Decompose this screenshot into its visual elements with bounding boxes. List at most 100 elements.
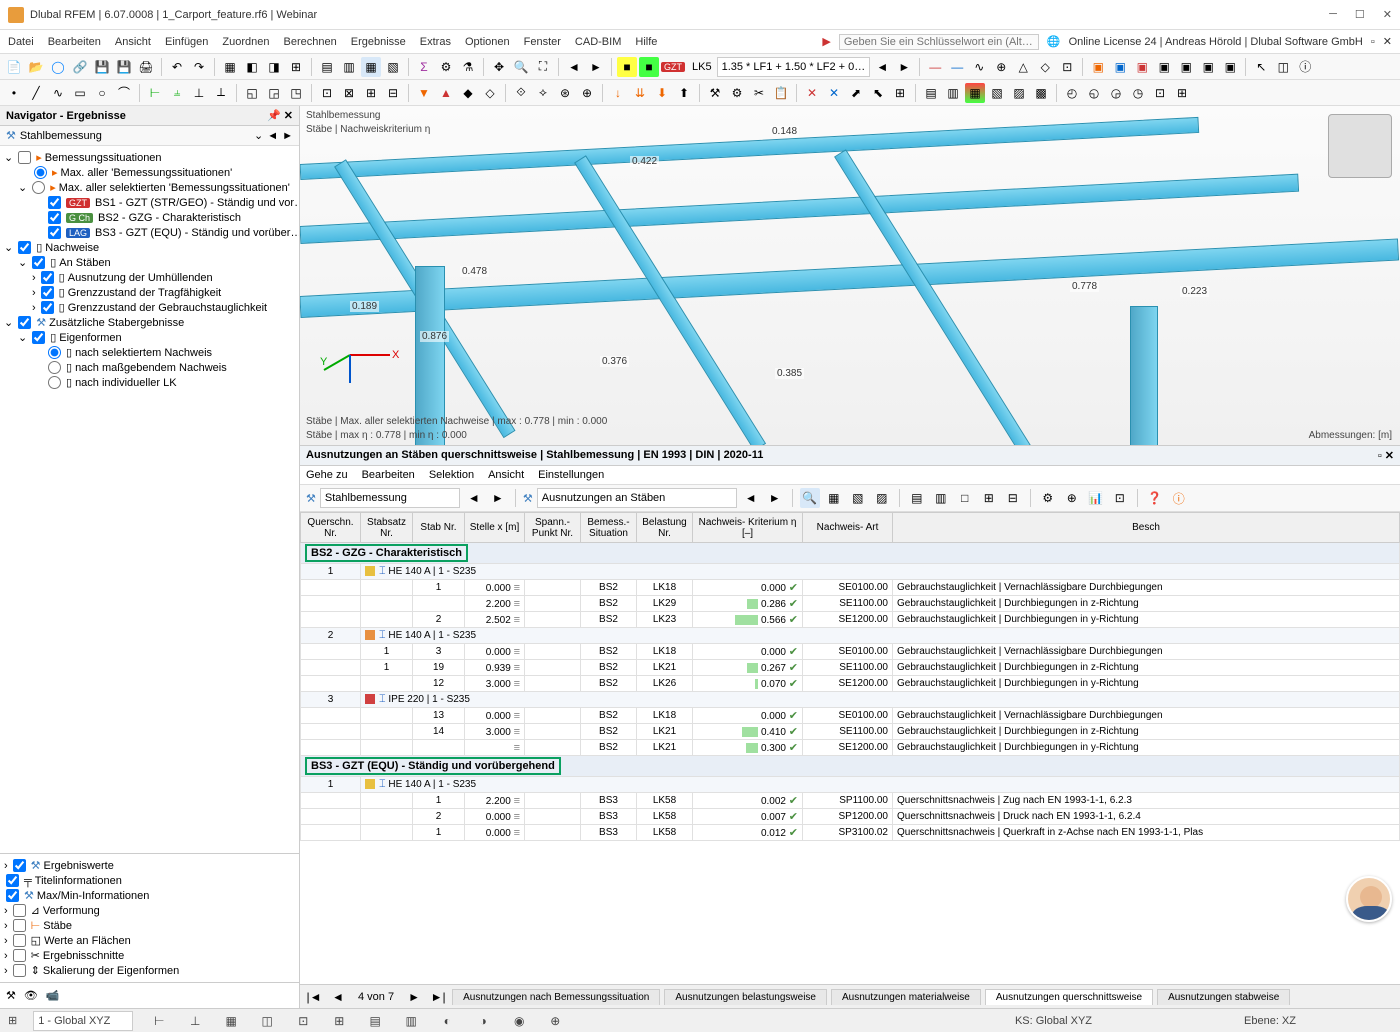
menu-datei[interactable]: Datei [8, 36, 34, 48]
rb-maxsel[interactable] [32, 181, 45, 194]
m6-icon[interactable]: ▩ [1031, 83, 1051, 103]
c4-icon[interactable]: ⬉ [868, 83, 888, 103]
cb-erw[interactable] [13, 859, 26, 872]
v3-icon[interactable]: ◶ [1106, 83, 1126, 103]
lc1-icon[interactable]: ■ [617, 57, 637, 77]
pt-next1-icon[interactable]: ► [488, 488, 508, 508]
t3-icon[interactable]: ✂ [749, 83, 769, 103]
pt-info2-icon[interactable]: ⓘ [1169, 488, 1189, 508]
calc-icon[interactable]: Σ [414, 57, 434, 77]
surf1-icon[interactable]: ◱ [242, 83, 262, 103]
rb-ef3[interactable] [48, 376, 61, 389]
save-icon[interactable]: 💾 [92, 57, 112, 77]
table-row[interactable]: 130.000 ≡BS2LK18 0.000 ✔SE0100.00Gebrauc… [301, 644, 1400, 660]
pt-b12-icon[interactable]: ⊡ [1110, 488, 1130, 508]
menu-extras[interactable]: Extras [420, 36, 451, 48]
opt-werteflaechen[interactable]: Werte an Flächen [44, 935, 131, 947]
nav-pin-icon[interactable]: 📌 [267, 110, 281, 122]
s3-icon[interactable]: ⊞ [361, 83, 381, 103]
c3-icon[interactable]: ⬈ [846, 83, 866, 103]
cb-bs3[interactable] [48, 226, 61, 239]
table-row[interactable]: 10.000 ≡BS2LK18 0.000 ✔SE0100.00Gebrauch… [301, 580, 1400, 596]
pt-b11-icon[interactable]: 📊 [1086, 488, 1106, 508]
menu-ergebnisse[interactable]: Ergebnisse [351, 36, 406, 48]
t4-icon[interactable]: 📋 [771, 83, 791, 103]
orientation-cube[interactable] [1328, 114, 1392, 178]
r5-icon[interactable]: △ [1013, 57, 1033, 77]
cb-ska[interactable] [13, 964, 26, 977]
pm-ansicht[interactable]: Ansicht [488, 469, 524, 481]
cb-bs[interactable] [18, 151, 31, 164]
minimize-button[interactable]: ─ [1329, 8, 1337, 21]
tree-ef1[interactable]: nach selektiertem Nachweis [75, 347, 212, 359]
table-row[interactable]: 20.000 ≡BS3LK58 0.007 ✔SP1200.00Querschn… [301, 809, 1400, 825]
r6-icon[interactable]: ◇ [1035, 57, 1055, 77]
sb-9-icon[interactable]: ◐ [437, 1011, 457, 1031]
m2-icon[interactable]: ▥ [943, 83, 963, 103]
cb-gg[interactable] [41, 301, 54, 314]
prev-lc-icon[interactable]: ◄ [872, 57, 892, 77]
tree-maxsel[interactable]: Max. aller selektierten 'Bemessungssitua… [59, 182, 290, 194]
pt-b2-icon[interactable]: ▧ [848, 488, 868, 508]
table-row[interactable]: 143.000 ≡BS2LK21 0.410 ✔SE1100.00Gebrauc… [301, 724, 1400, 740]
sb-cs-icon[interactable]: ⊞ [8, 1014, 17, 1027]
page-last-icon[interactable]: ►| [428, 987, 448, 1007]
nav-tab3-icon[interactable]: 📹 [46, 989, 60, 1002]
page-next-icon[interactable]: ► [404, 987, 424, 1007]
pt-b5-icon[interactable]: ▥ [931, 488, 951, 508]
v6-icon[interactable]: ⊞ [1172, 83, 1192, 103]
page-prev-icon[interactable]: ◄ [328, 987, 348, 1007]
th-8[interactable]: Nachweis- Art [803, 513, 893, 543]
pt-b9-icon[interactable]: ⚙ [1038, 488, 1058, 508]
tree-zus[interactable]: Zusätzliche Stabergebnisse [49, 317, 184, 329]
c5-icon[interactable]: ⊞ [890, 83, 910, 103]
cb-bs1[interactable] [48, 196, 61, 209]
sup4-icon[interactable]: ◇ [480, 83, 500, 103]
table-row[interactable]: 22.502 ≡BS2LK23 0.566 ✔SE1200.00Gebrauch… [301, 612, 1400, 628]
l1-icon[interactable]: ↓ [608, 83, 628, 103]
l2-icon[interactable]: ⇊ [630, 83, 650, 103]
tree-bs1[interactable]: BS1 - GZT (STR/GEO) - Ständig und vor… [95, 197, 299, 209]
rb-ef2[interactable] [48, 361, 61, 374]
pan-icon[interactable]: ✥ [489, 57, 509, 77]
table-row[interactable]: 2.200 ≡BS2LK29 0.286 ✔SE1100.00Gebrauchs… [301, 596, 1400, 612]
rb-ef1[interactable] [48, 346, 61, 359]
tree-bemessung[interactable]: Bemessungssituationen [45, 152, 162, 164]
menu-einfuegen[interactable]: Einfügen [165, 36, 208, 48]
tree-anstaeben[interactable]: An Stäben [59, 257, 110, 269]
tree-grenzgebr[interactable]: Grenzzustand der Gebrauchstauglichkeit [68, 302, 267, 314]
m3-icon[interactable]: ▦ [965, 83, 985, 103]
table-row[interactable]: 123.000 ≡BS2LK26 0.070 ✔SE1200.00Gebrauc… [301, 676, 1400, 692]
sb-11-icon[interactable]: ◉ [509, 1011, 529, 1031]
a6-icon[interactable]: ▣ [1198, 57, 1218, 77]
a3-icon[interactable]: ▣ [1132, 57, 1152, 77]
a5-icon[interactable]: ▣ [1176, 57, 1196, 77]
sb-7-icon[interactable]: ▤ [365, 1011, 385, 1031]
tab-2[interactable]: Ausnutzungen materialweise [831, 989, 981, 1005]
l3-icon[interactable]: ⬇ [652, 83, 672, 103]
open-icon[interactable]: 📂 [26, 57, 46, 77]
a1-icon[interactable]: ▣ [1088, 57, 1108, 77]
d3-icon[interactable]: ⊛ [555, 83, 575, 103]
m1-icon[interactable]: ▤ [921, 83, 941, 103]
th-7[interactable]: Nachweis- Kriterium η [–] [693, 513, 803, 543]
tab-0[interactable]: Ausnutzungen nach Bemessungssituation [452, 989, 660, 1005]
cb-zus[interactable] [18, 316, 31, 329]
r3-icon[interactable]: ∿ [969, 57, 989, 77]
s2-icon[interactable]: ⊠ [339, 83, 359, 103]
d2-icon[interactable]: ⟡ [533, 83, 553, 103]
restore-icon[interactable]: ▫ [1371, 36, 1375, 48]
d4-icon[interactable]: ⊕ [577, 83, 597, 103]
zoom-icon[interactable]: 🔍 [511, 57, 531, 77]
pt-b4-icon[interactable]: ▤ [907, 488, 927, 508]
s4-icon[interactable]: ⊟ [383, 83, 403, 103]
l4-icon[interactable]: ⬆ [674, 83, 694, 103]
menu-berechnen[interactable]: Berechnen [284, 36, 337, 48]
cb-as[interactable] [32, 256, 45, 269]
sup3-icon[interactable]: ◆ [458, 83, 478, 103]
sb-5-icon[interactable]: ⊡ [293, 1011, 313, 1031]
menu-zuordnen[interactable]: Zuordnen [222, 36, 269, 48]
panel-close-icon[interactable]: ✕ [1385, 450, 1394, 462]
table-row[interactable]: 130.000 ≡BS2LK18 0.000 ✔SE0100.00Gebrauc… [301, 708, 1400, 724]
s1-icon[interactable]: ⊡ [317, 83, 337, 103]
